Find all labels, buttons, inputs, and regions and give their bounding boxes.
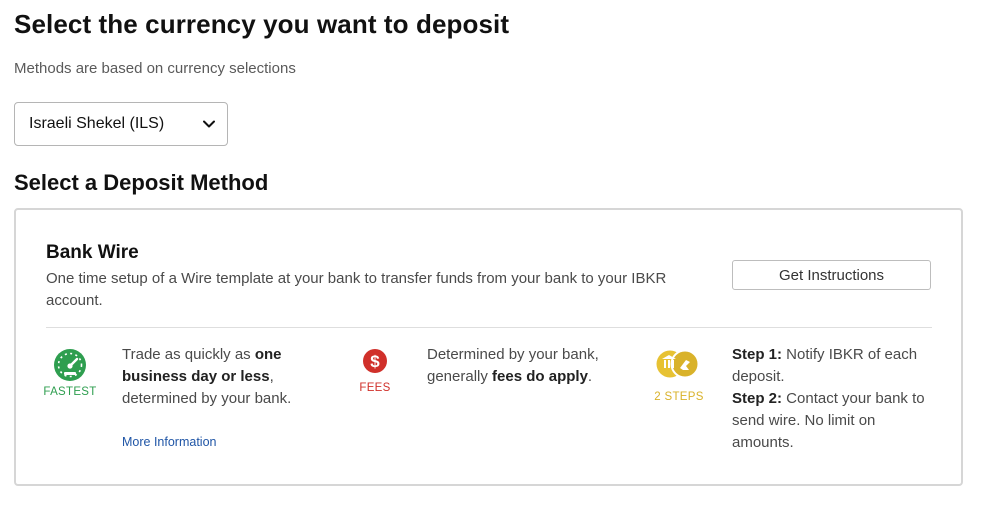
- bank-wire-card: Bank Wire One time setup of a Wire templ…: [14, 208, 963, 486]
- deposit-method-heading: Select a Deposit Method: [14, 170, 269, 195]
- fastest-caption: FASTEST: [43, 386, 97, 398]
- page-title: Select the currency you want to deposit: [14, 9, 510, 39]
- two-steps-icon: [656, 348, 700, 380]
- method-name: Bank Wire: [46, 242, 139, 263]
- fees-caption: FEES: [359, 382, 391, 394]
- currency-select[interactable]: Israeli Shekel (ILS): [14, 102, 228, 146]
- method-description: One time setup of a Wire template at you…: [46, 270, 667, 309]
- speed-description: Trade as quickly as one business day or …: [122, 346, 292, 407]
- speedometer-icon: [53, 348, 87, 382]
- dollar-icon: $: [362, 348, 388, 374]
- get-instructions-button[interactable]: Get Instructions: [732, 260, 931, 290]
- svg-text:$: $: [370, 352, 380, 371]
- divider: [46, 327, 932, 328]
- more-information-link[interactable]: More Information: [122, 435, 216, 449]
- steps-caption: 2 STEPS: [654, 391, 704, 403]
- steps-description: Step 1: Notify IBKR of each deposit. Step…: [732, 346, 925, 451]
- fees-description: Determined by your bank, generally fees …: [427, 346, 599, 385]
- currency-select-value: Israeli Shekel (ILS): [29, 115, 165, 132]
- page-subtitle: Methods are based on currency selections: [14, 60, 296, 77]
- chevron-down-icon: [203, 118, 215, 130]
